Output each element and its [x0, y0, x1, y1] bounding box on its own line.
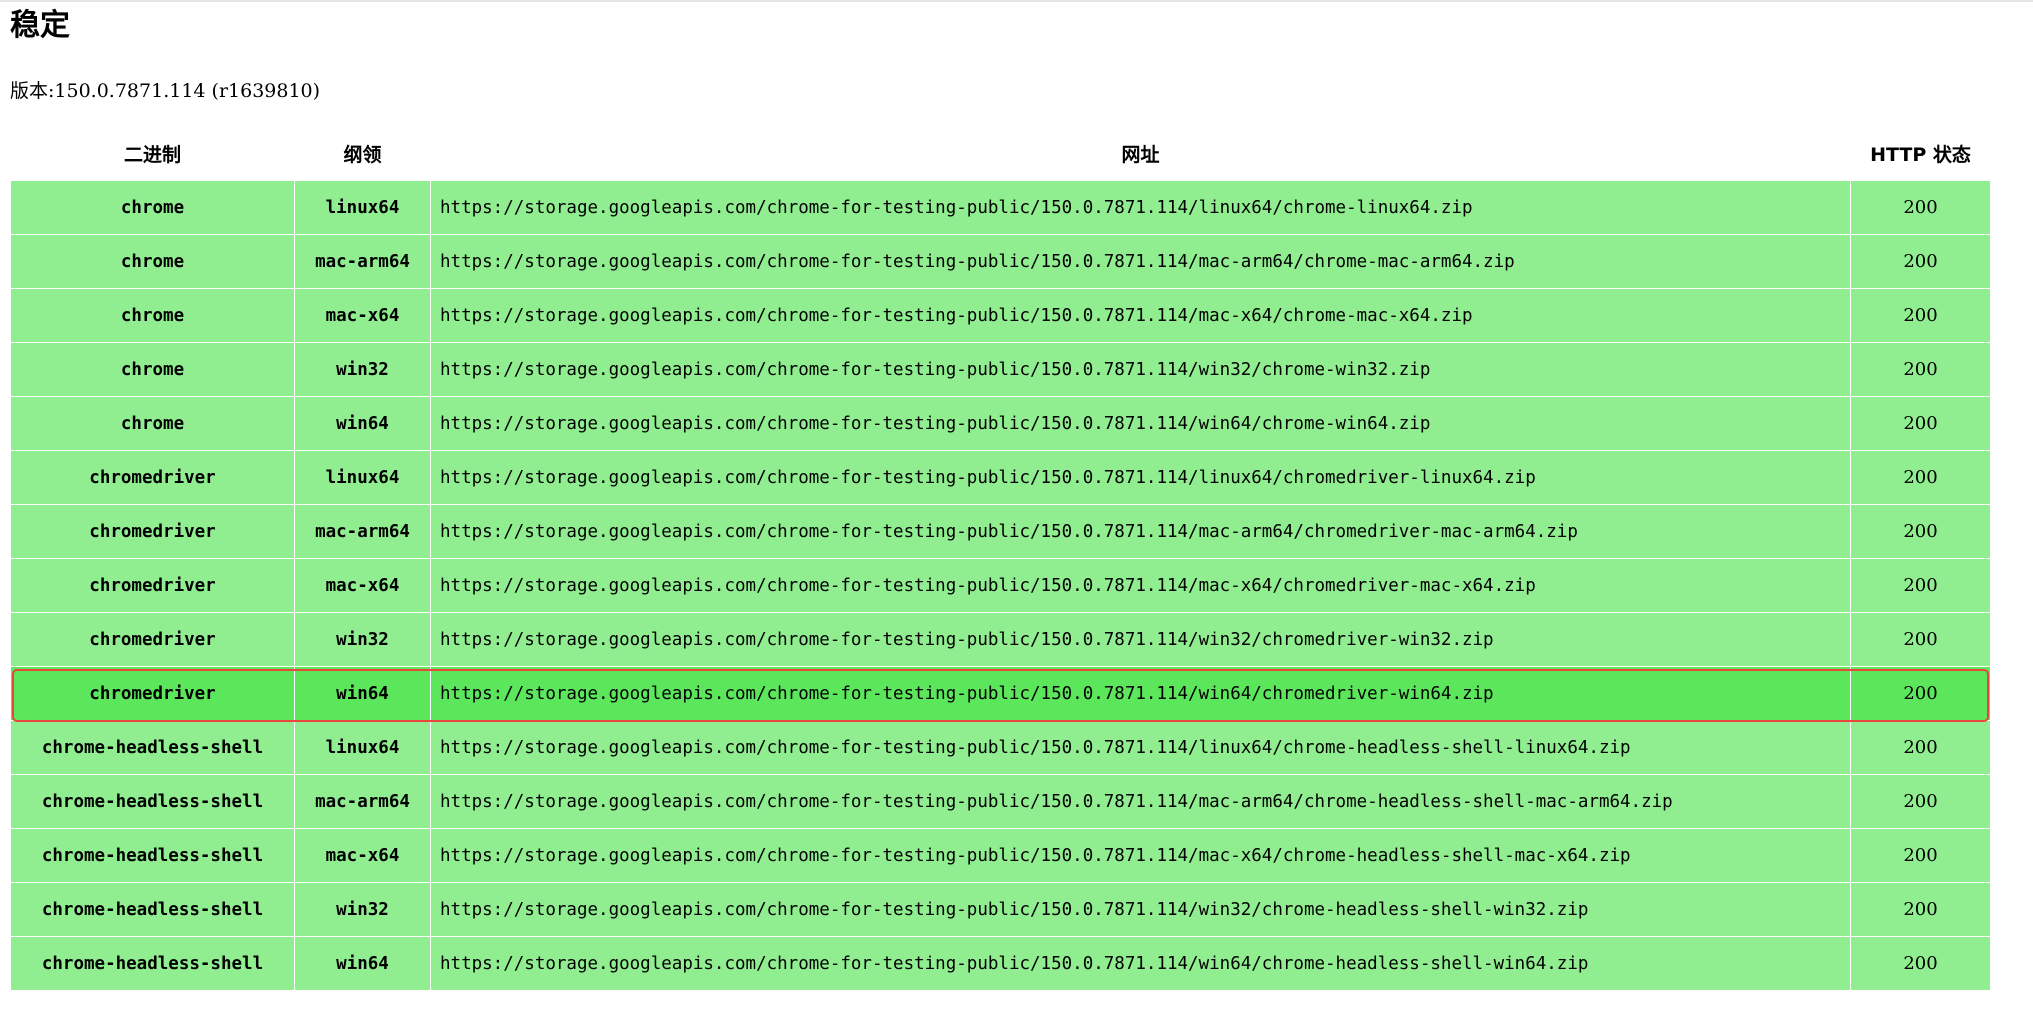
platform-cell: mac-arm64 — [294, 504, 431, 559]
binary-cell: chrome-headless-shell — [10, 936, 295, 991]
table-header-row: 二进制 纲领 网址 HTTP 状态 — [10, 126, 1991, 181]
http-status-cell: 200 — [1850, 396, 1991, 451]
platform-cell: mac-x64 — [294, 288, 431, 343]
platform-cell: win32 — [294, 342, 431, 397]
binary-cell: chrome — [10, 342, 295, 397]
url-link[interactable]: https://storage.googleapis.com/chrome-fo… — [430, 612, 1851, 667]
header-url: 网址 — [430, 126, 1851, 181]
table-row: chrome mac-x64 https://storage.googleapis.… — [10, 288, 1991, 343]
http-status-cell: 200 — [1850, 720, 1991, 775]
page-title: 稳定 — [10, 8, 70, 43]
table-row: chromedriver mac-x64 https://storage.googl… — [10, 558, 1991, 613]
platform-cell: linux64 — [294, 180, 431, 235]
binary-cell: chromedriver — [10, 612, 295, 667]
platform-cell: mac-x64 — [294, 828, 431, 883]
binary-cell: chromedriver — [10, 558, 295, 613]
binary-cell: chromedriver — [10, 666, 295, 721]
header-platform: 纲领 — [294, 126, 431, 181]
binary-cell: chrome — [10, 396, 295, 451]
table-body: chrome linux64 https://storage.googleapis.… — [10, 180, 1991, 991]
platform-cell: mac-x64 — [294, 558, 431, 613]
binary-cell: chrome — [10, 234, 295, 289]
platform-cell: linux64 — [294, 450, 431, 505]
binary-cell: chromedriver — [10, 450, 295, 505]
http-status-cell: 200 — [1850, 774, 1991, 829]
table-row: chromedriver win64 https://storage.googlea… — [10, 666, 1991, 721]
version-label: 版本: — [10, 80, 55, 102]
platform-cell: win32 — [294, 612, 431, 667]
url-link[interactable]: https://storage.googleapis.com/chrome-fo… — [430, 936, 1851, 991]
url-link[interactable]: https://storage.googleapis.com/chrome-fo… — [430, 234, 1851, 289]
url-link[interactable]: https://storage.googleapis.com/chrome-fo… — [430, 828, 1851, 883]
http-status-cell: 200 — [1850, 288, 1991, 343]
table-row: chromedriver mac-arm64 https://storage.goo… — [10, 504, 1991, 559]
header-http-status: HTTP 状态 — [1850, 126, 1991, 181]
http-status-cell: 200 — [1850, 558, 1991, 613]
http-status-cell: 200 — [1850, 180, 1991, 235]
url-link[interactable]: https://storage.googleapis.com/chrome-fo… — [430, 774, 1851, 829]
table-row: chrome-headless-shell win64 https://storag… — [10, 936, 1991, 991]
platform-cell: win64 — [294, 666, 431, 721]
http-status-cell: 200 — [1850, 504, 1991, 559]
header-binary: 二进制 — [10, 126, 295, 181]
platform-cell: win32 — [294, 882, 431, 937]
binary-cell: chrome-headless-shell — [10, 774, 295, 829]
binary-cell: chrome — [10, 288, 295, 343]
http-status-cell: 200 — [1850, 882, 1991, 937]
url-link[interactable]: https://storage.googleapis.com/chrome-fo… — [430, 288, 1851, 343]
url-link[interactable]: https://storage.googleapis.com/chrome-fo… — [430, 666, 1851, 721]
table-row: chrome win32 https://storage.googleapis.co… — [10, 342, 1991, 397]
platform-cell: win64 — [294, 936, 431, 991]
table-row: chromedriver win32 https://storage.googlea… — [10, 612, 1991, 667]
platform-cell: win64 — [294, 396, 431, 451]
table-row: chrome mac-arm64 https://storage.googleapi… — [10, 234, 1991, 289]
url-link[interactable]: https://storage.googleapis.com/chrome-fo… — [430, 450, 1851, 505]
table-row: chrome win64 https://storage.googleapis.co… — [10, 396, 1991, 451]
platform-cell: linux64 — [294, 720, 431, 775]
url-link[interactable]: https://storage.googleapis.com/chrome-fo… — [430, 180, 1851, 235]
binary-cell: chrome-headless-shell — [10, 882, 295, 937]
binary-cell: chrome-headless-shell — [10, 720, 295, 775]
url-link[interactable]: https://storage.googleapis.com/chrome-fo… — [430, 558, 1851, 613]
http-status-cell: 200 — [1850, 828, 1991, 883]
table-row: chrome-headless-shell win32 https://storag… — [10, 882, 1991, 937]
page-top-border — [0, 0, 2033, 2]
downloads-table: 二进制 纲领 网址 HTTP 状态 chrome linux64 https://s… — [10, 126, 1991, 991]
table-row: chromedriver linux64 https://storage.googl… — [10, 450, 1991, 505]
version-line: 版本:150.0.7871.114 (r1639810) — [10, 76, 320, 106]
binary-cell: chrome — [10, 180, 295, 235]
url-link[interactable]: https://storage.googleapis.com/chrome-fo… — [430, 504, 1851, 559]
http-status-cell: 200 — [1850, 666, 1991, 721]
http-status-cell: 200 — [1850, 342, 1991, 397]
url-link[interactable]: https://storage.googleapis.com/chrome-fo… — [430, 342, 1851, 397]
table-row: chrome-headless-shell mac-x64 https://stor… — [10, 828, 1991, 883]
platform-cell: mac-arm64 — [294, 774, 431, 829]
url-link[interactable]: https://storage.googleapis.com/chrome-fo… — [430, 720, 1851, 775]
binary-cell: chrome-headless-shell — [10, 828, 295, 883]
table-row: chrome-headless-shell linux64 https://stor… — [10, 720, 1991, 775]
url-link[interactable]: https://storage.googleapis.com/chrome-fo… — [430, 396, 1851, 451]
table-row: chrome-headless-shell mac-arm64 https://st… — [10, 774, 1991, 829]
platform-cell: mac-arm64 — [294, 234, 431, 289]
table-row: chrome linux64 https://storage.googleapis.… — [10, 180, 1991, 235]
url-link[interactable]: https://storage.googleapis.com/chrome-fo… — [430, 882, 1851, 937]
http-status-cell: 200 — [1850, 234, 1991, 289]
binary-cell: chromedriver — [10, 504, 295, 559]
http-status-cell: 200 — [1850, 612, 1991, 667]
http-status-cell: 200 — [1850, 936, 1991, 991]
http-status-cell: 200 — [1850, 450, 1991, 505]
version-value: 150.0.7871.114 (r1639810) — [54, 80, 321, 102]
